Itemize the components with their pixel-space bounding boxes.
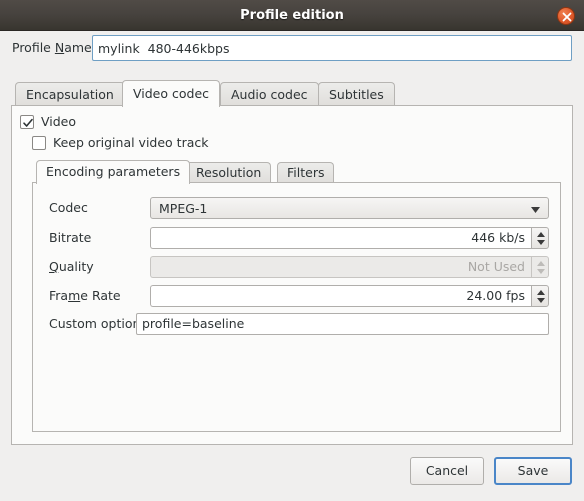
cancel-button[interactable]: Cancel xyxy=(410,457,484,485)
quality-label-mnemonic: Q xyxy=(49,259,59,274)
codec-value: MPEG-1 xyxy=(159,201,208,216)
close-icon[interactable] xyxy=(557,7,575,25)
framerate-value[interactable]: 24.00 fps xyxy=(150,285,531,307)
profile-name-label-after: ame xyxy=(64,40,92,55)
spinner-down-icon xyxy=(537,240,545,245)
framerate-spinner-arrows[interactable] xyxy=(531,285,549,307)
titlebar: Profile edition xyxy=(0,0,584,31)
quality-spinner: Not Used xyxy=(150,256,549,278)
spinner-up-icon xyxy=(537,261,545,266)
check-icon xyxy=(23,118,33,127)
video-codec-panel: Video Keep original video track Encoding… xyxy=(11,105,573,445)
profile-name-row: Profile Name xyxy=(0,32,584,66)
tab-encapsulation[interactable]: Encapsulation xyxy=(15,82,125,106)
spinner-up-icon xyxy=(537,290,545,295)
video-enable-label: Video xyxy=(41,114,77,129)
framerate-control: 24.00 fps xyxy=(150,285,549,307)
codec-combobox[interactable]: MPEG-1 xyxy=(150,197,549,219)
framerate-label-after: e Rate xyxy=(80,288,121,303)
framerate-spinner[interactable]: 24.00 fps xyxy=(150,285,549,307)
quality-spinner-arrows xyxy=(531,256,549,278)
codec-notebook: Encoding parameters Resolution Filters C… xyxy=(32,160,561,432)
dialog-action-bar: Cancel Save xyxy=(11,447,573,493)
quality-value: Not Used xyxy=(150,256,531,278)
spinner-up-icon xyxy=(537,232,545,237)
quality-label-after: uality xyxy=(58,259,94,274)
tab-encoding-parameters[interactable]: Encoding parameters xyxy=(36,160,191,184)
codec-label: Codec xyxy=(49,200,88,215)
close-x-glyph xyxy=(562,12,572,22)
bitrate-label: Bitrate xyxy=(49,230,92,245)
custom-options-label: Custom options xyxy=(49,316,147,331)
codec-control: MPEG-1 xyxy=(150,197,549,219)
framerate-label-mnemonic: m xyxy=(68,288,81,303)
framerate-label-before: Fra xyxy=(49,288,69,303)
quality-label: Quality xyxy=(49,259,94,274)
encoding-form: Codec MPEG-1 Bitrate 446 kb/s Quality No… xyxy=(33,183,562,433)
chevron-down-icon xyxy=(531,207,540,213)
window-title: Profile edition xyxy=(240,8,344,23)
tab-filters[interactable]: Filters xyxy=(277,162,335,183)
bitrate-control: 446 kb/s xyxy=(150,227,549,249)
spinner-down-icon xyxy=(537,298,545,303)
profile-name-label: Profile Name xyxy=(12,40,92,55)
main-tab-row: Encapsulation Video codec Audio codec Su… xyxy=(11,80,573,107)
tab-resolution[interactable]: Resolution xyxy=(186,162,272,183)
bitrate-spinner[interactable]: 446 kb/s xyxy=(150,227,549,249)
tab-video-codec[interactable]: Video codec xyxy=(122,80,221,107)
keep-original-checkbox[interactable] xyxy=(32,135,46,150)
main-notebook: Encapsulation Video codec Audio codec Su… xyxy=(11,80,573,445)
tab-audio-codec[interactable]: Audio codec xyxy=(220,82,319,106)
profile-name-label-mnemonic: N xyxy=(54,40,65,55)
custom-options-control: profile=baseline xyxy=(136,313,549,335)
quality-control: Not Used xyxy=(150,256,549,278)
bitrate-value[interactable]: 446 kb/s xyxy=(150,227,531,249)
spinner-down-icon xyxy=(537,269,545,274)
custom-options-input[interactable]: profile=baseline xyxy=(136,313,549,335)
tab-subtitles[interactable]: Subtitles xyxy=(318,82,395,106)
encoding-parameters-panel: Codec MPEG-1 Bitrate 446 kb/s Quality No… xyxy=(32,182,561,432)
video-settings-frame: Keep original video track Encoding param… xyxy=(24,132,561,432)
profile-name-input[interactable] xyxy=(92,35,572,61)
video-enable-checkbox[interactable] xyxy=(20,114,34,129)
profile-name-label-before: Profile xyxy=(12,40,55,55)
keep-original-row[interactable]: Keep original video track xyxy=(32,135,209,150)
keep-original-label: Keep original video track xyxy=(53,135,209,150)
profile-edition-dialog: Profile edition Profile Name Encapsulati… xyxy=(0,0,584,501)
save-button[interactable]: Save xyxy=(494,457,572,485)
bitrate-spinner-arrows[interactable] xyxy=(531,227,549,249)
video-enable-row[interactable]: Video xyxy=(20,114,76,129)
framerate-label: Frame Rate xyxy=(49,288,121,303)
